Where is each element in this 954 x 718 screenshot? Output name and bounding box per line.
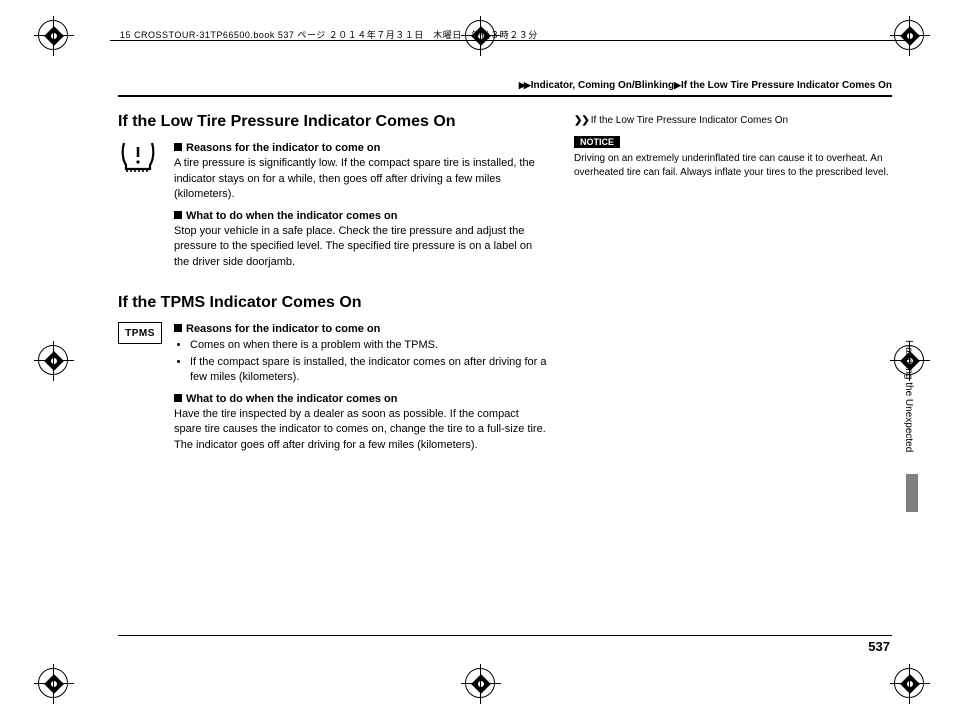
subhead-whattodo-2: What to do when the indicator comes on (174, 392, 548, 407)
subhead-whattodo-1: What to do when the indicator comes on (174, 209, 548, 224)
low-tire-pressure-icon (118, 139, 158, 173)
breadcrumb: ▶▶Indicator, Coming On/Blinking▶If the L… (118, 80, 892, 97)
breadcrumb-arrow-icon: ▶▶ (519, 80, 529, 90)
section-tab-label: Handling the Unexpected (903, 340, 914, 452)
side-column: ❯❯If the Low Tire Pressure Indicator Com… (574, 111, 892, 459)
ref-arrow-icon: ❯❯ (574, 115, 589, 126)
body-whattodo-1: Stop your vehicle in a safe place. Check… (174, 224, 548, 270)
side-ref: ❯❯If the Low Tire Pressure Indicator Com… (574, 115, 892, 126)
footer-rule (118, 635, 892, 636)
list-item: Comes on when there is a problem with th… (190, 338, 548, 353)
tpms-icon: TPMS (118, 322, 162, 344)
body-whattodo-2: Have the tire inspected by a dealer as s… (174, 407, 548, 453)
main-column: If the Low Tire Pressure Indicator Comes… (118, 111, 548, 459)
breadcrumb-seg1: Indicator, Coming On/Blinking (531, 80, 674, 91)
header-rule (110, 40, 914, 41)
section-heading-tpms: If the TPMS Indicator Comes On (118, 294, 548, 312)
notice-text: Driving on an extremely underinflated ti… (574, 152, 892, 180)
section-tab-bar (906, 474, 918, 512)
body-reasons-1: A tire pressure is significantly low. If… (174, 156, 548, 202)
bullet-list-reasons: Comes on when there is a problem with th… (174, 338, 548, 386)
list-item: If the compact spare is installed, the i… (190, 355, 548, 386)
notice-badge: NOTICE (574, 136, 620, 148)
page-content: ▶▶Indicator, Coming On/Blinking▶If the L… (118, 80, 892, 658)
section-heading-low-tire: If the Low Tire Pressure Indicator Comes… (118, 113, 548, 131)
subhead-reasons-2: Reasons for the indicator to come on (174, 322, 548, 337)
breadcrumb-seg2: If the Low Tire Pressure Indicator Comes… (681, 80, 892, 91)
subhead-reasons-1: Reasons for the indicator to come on (174, 141, 548, 156)
page-number: 537 (868, 639, 890, 654)
breadcrumb-arrow-icon: ▶ (674, 80, 679, 90)
